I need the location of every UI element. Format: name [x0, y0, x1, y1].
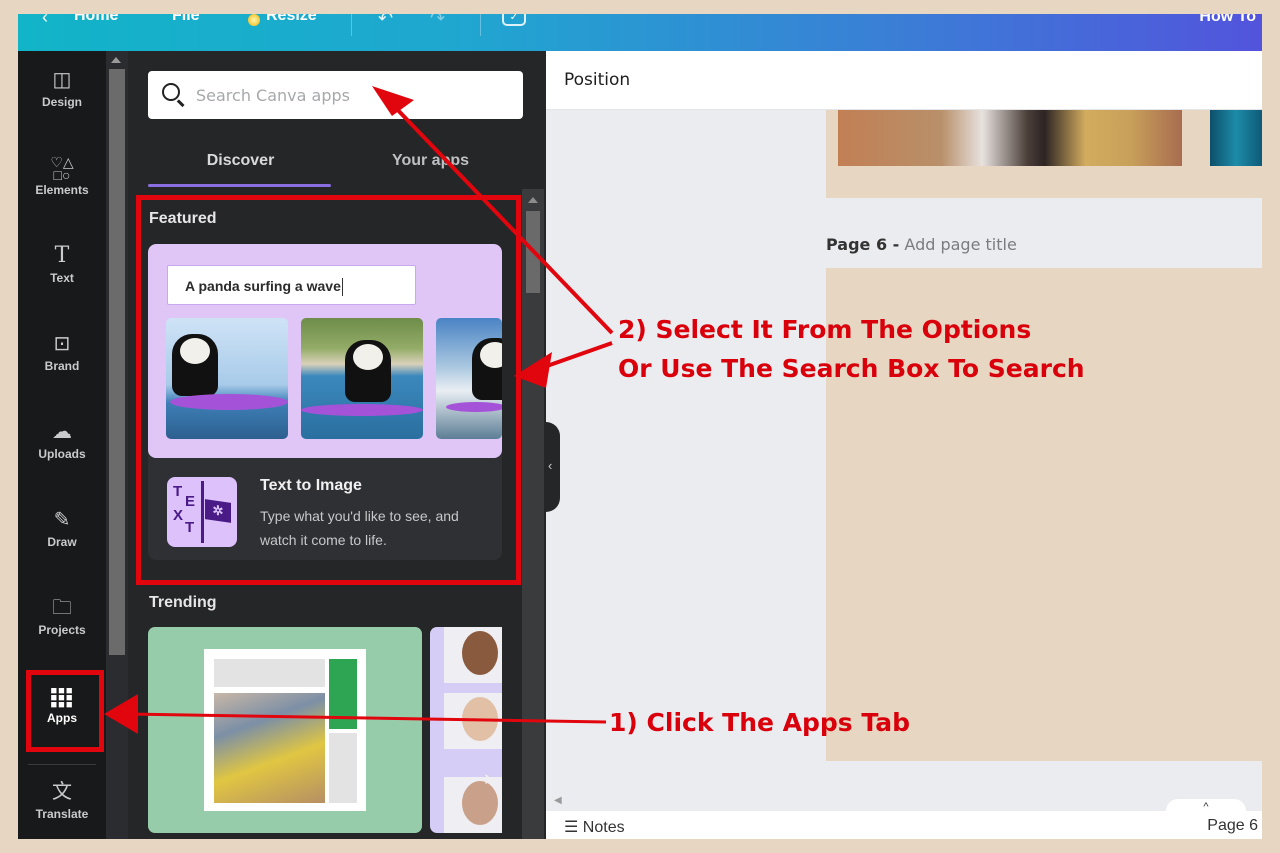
position-button[interactable]: Position — [564, 70, 630, 90]
rail-item-design[interactable]: ◫ Design — [18, 67, 106, 133]
cloud-upload-icon: ☁ — [52, 421, 72, 443]
text-icon: T — [54, 243, 70, 268]
brand-icon: ⊡ — [53, 333, 71, 355]
add-page-title[interactable]: Add page title — [904, 235, 1016, 254]
chevron-right-icon[interactable]: › — [484, 765, 491, 791]
footer-bar: ☰ Notes Page 6 — [546, 811, 1262, 839]
page-number: Page 6 - — [826, 235, 900, 254]
rail-scrollbar[interactable] — [106, 51, 128, 839]
page-image[interactable] — [1210, 110, 1262, 166]
page-indicator[interactable]: Page 6 — [1207, 817, 1258, 835]
rail-item-uploads[interactable]: ☁ Uploads — [18, 419, 106, 485]
apps-panel: Discover Your apps Featured A panda surf… — [128, 51, 546, 839]
rail-item-translate[interactable]: 文 Translate — [18, 779, 106, 839]
trending-app-card[interactable] — [148, 627, 422, 833]
step2-annotation-line1: 2) Select It From The Options — [618, 315, 1032, 344]
rail-label: Translate — [35, 807, 89, 821]
collapse-panel-handle[interactable]: ‹ — [546, 422, 560, 512]
home-button[interactable]: Home — [74, 14, 118, 25]
document-title[interactable]: How To — [1199, 14, 1256, 26]
scroll-thumb[interactable] — [109, 69, 125, 655]
top-bar: ‹ Home File Resize ↶ ↷ ✓ How To — [18, 14, 1262, 51]
layout-icon: ◫ — [52, 69, 72, 91]
scroll-left-icon[interactable]: ◀ — [554, 795, 562, 806]
page-image[interactable] — [838, 110, 1182, 166]
redo-icon[interactable]: ↷ — [430, 14, 445, 29]
panel-tabs: Discover Your apps — [148, 139, 523, 189]
undo-icon[interactable]: ↶ — [378, 14, 393, 29]
step2-annotation-line2: Or Use The Search Box To Search — [618, 354, 1085, 383]
chevron-left-icon: ‹ — [548, 458, 553, 473]
search-box[interactable] — [148, 71, 523, 119]
file-menu[interactable]: File — [172, 14, 200, 25]
template-preview — [204, 649, 366, 811]
rail-item-elements[interactable]: ♡△ □○ Elements — [18, 155, 106, 221]
rail-item-text[interactable]: T Text — [18, 243, 106, 309]
search-icon — [162, 83, 180, 101]
horizontal-scrollbar[interactable]: ◀ — [546, 791, 1262, 811]
folder-icon: 🗀 — [52, 597, 72, 619]
cloud-check-icon[interactable]: ✓ — [502, 14, 526, 26]
translate-icon: 文 — [52, 781, 72, 803]
rail-label: Design — [41, 95, 82, 109]
notes-button[interactable]: ☰ Notes — [564, 817, 625, 837]
tab-discover[interactable]: Discover — [148, 139, 333, 187]
scroll-thumb[interactable] — [526, 211, 540, 293]
rail-item-brand[interactable]: ⊡ Brand — [18, 331, 106, 397]
trending-app-card[interactable] — [430, 627, 502, 833]
rail-label: Elements — [35, 183, 89, 197]
divider — [28, 764, 96, 765]
draw-icon: ✎ — [53, 509, 71, 531]
rail-label: Brand — [44, 359, 80, 373]
active-tab-indicator — [148, 184, 331, 187]
divider — [351, 14, 352, 36]
rail-label: Text — [50, 271, 74, 285]
tab-your-apps[interactable]: Your apps — [338, 139, 523, 187]
divider — [480, 14, 481, 36]
apps-tab-highlight — [26, 670, 104, 752]
portrait-image — [444, 627, 502, 683]
resize-button[interactable]: Resize — [266, 14, 317, 25]
step1-annotation: 1) Click The Apps Tab — [609, 708, 910, 737]
rail-item-draw[interactable]: ✎ Draw — [18, 507, 106, 573]
rail-label: Draw — [47, 535, 77, 549]
scroll-up-icon[interactable] — [528, 197, 538, 203]
context-toolbar: Position — [546, 51, 1262, 110]
portrait-image — [444, 693, 502, 749]
rail-label: Uploads — [38, 447, 86, 461]
scroll-up-icon[interactable] — [111, 57, 121, 63]
portrait-image — [444, 777, 502, 833]
page-title[interactable]: Page 6 - Add page title — [826, 235, 1017, 254]
rail-label: Projects — [38, 623, 86, 637]
shapes-icon: ♡△ □○ — [50, 154, 74, 183]
page-5[interactable] — [826, 110, 1262, 198]
party-photo — [214, 693, 325, 803]
trending-heading: Trending — [149, 594, 217, 611]
featured-highlight-box — [136, 195, 521, 585]
chevron-left-icon[interactable]: ‹ — [42, 14, 48, 28]
crown-icon — [248, 14, 260, 26]
rail-item-projects[interactable]: 🗀 Projects — [18, 595, 106, 661]
chevron-up-icon[interactable]: ^ — [1166, 799, 1246, 813]
side-rail: ◫ Design ♡△ □○ Elements T Text ⊡ Brand ☁ … — [18, 51, 106, 839]
panel-scrollbar[interactable] — [522, 189, 544, 839]
search-input[interactable] — [196, 81, 506, 109]
